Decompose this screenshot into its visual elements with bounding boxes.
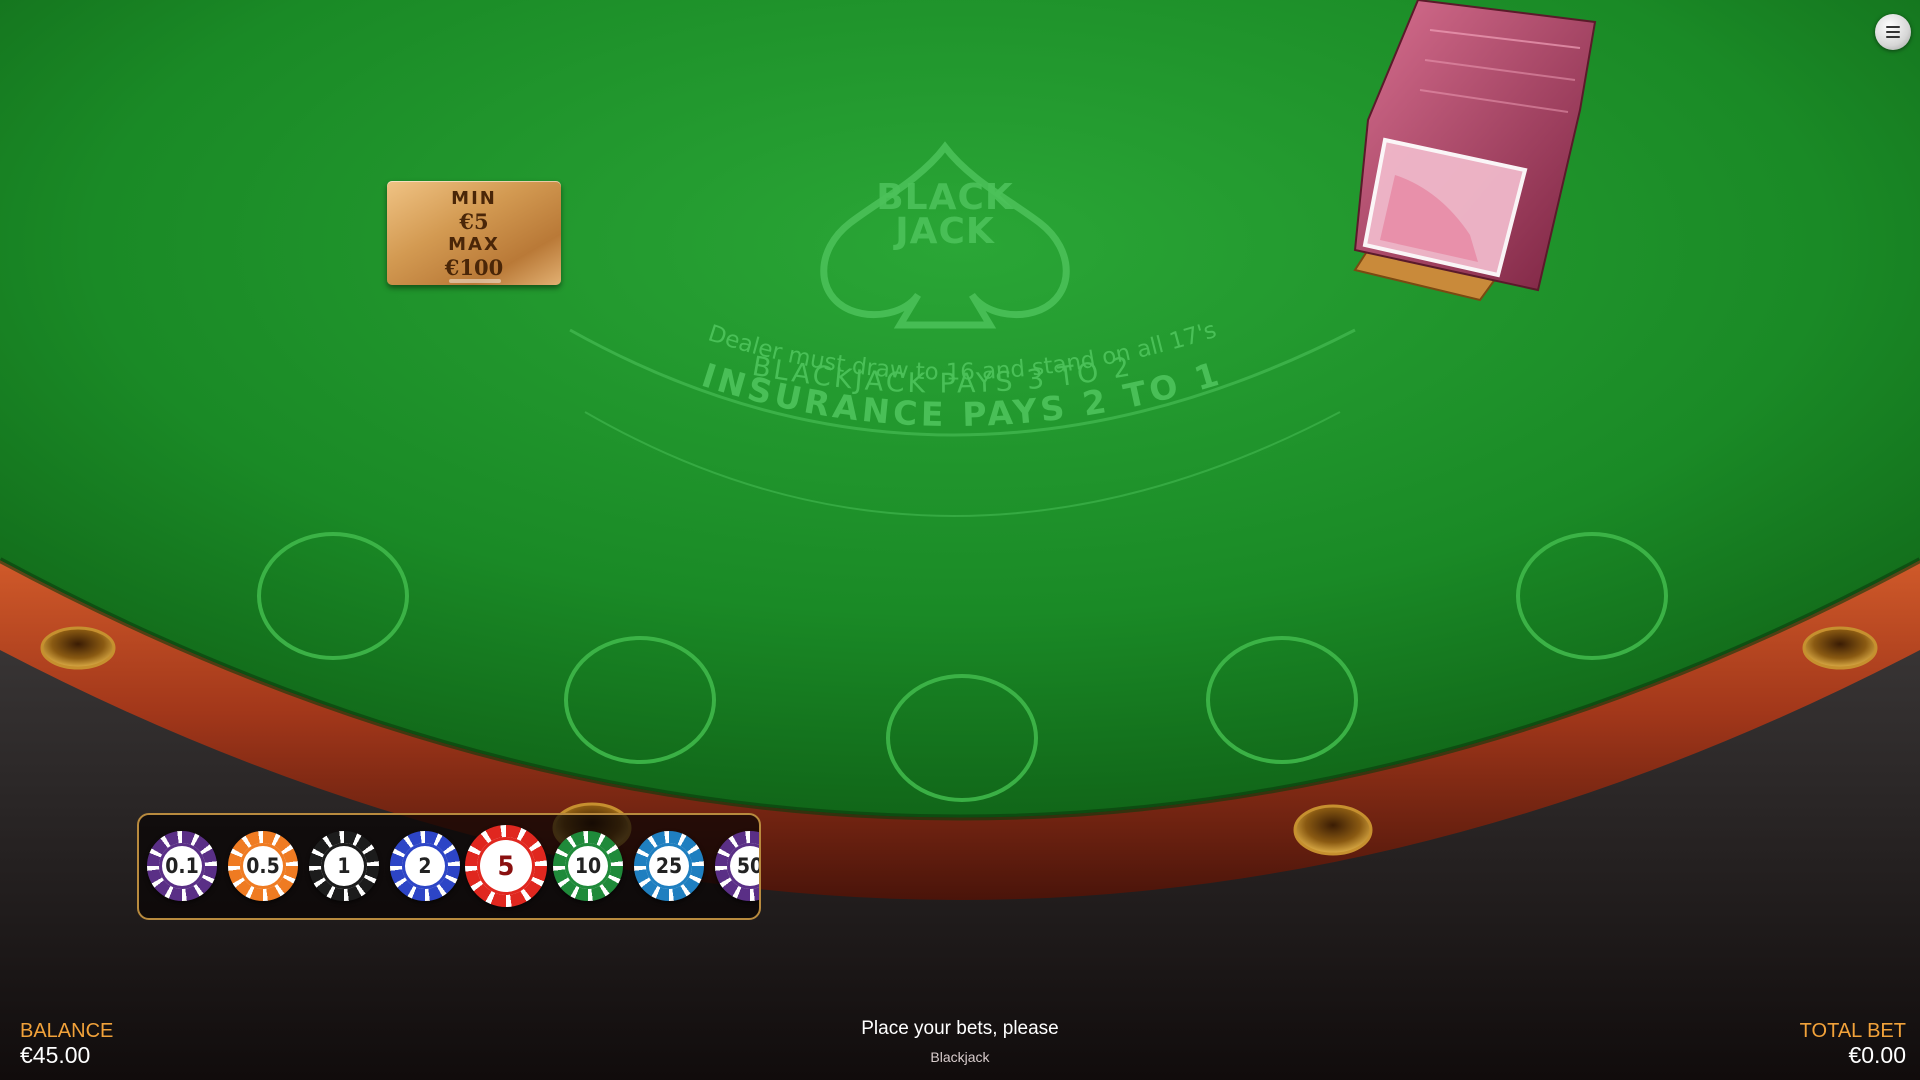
chip-10[interactable]: 10: [553, 831, 623, 901]
chip-1[interactable]: 1: [309, 831, 379, 901]
table-limits-plaque: MIN €5 MAX €100: [387, 181, 561, 285]
menu-button[interactable]: [1875, 14, 1911, 50]
chip-label: 5: [497, 850, 515, 882]
chip-0-5[interactable]: 0.5: [228, 831, 298, 901]
game-name: Blackjack: [930, 1049, 990, 1065]
chip-label: 2: [418, 854, 432, 878]
chip-25[interactable]: 25: [634, 831, 704, 901]
hamburger-menu-icon: [1886, 26, 1900, 38]
chip-5-selected[interactable]: 5: [465, 825, 547, 907]
min-label: MIN: [451, 188, 497, 209]
chip-label: 25: [655, 854, 683, 878]
chip-50[interactable]: 50: [715, 831, 761, 901]
chip-0-1[interactable]: 0.1: [147, 831, 217, 901]
logo-line-2: JACK: [895, 211, 995, 252]
chip-2[interactable]: 2: [390, 831, 460, 901]
rail-cup-holder-right: [1802, 626, 1878, 670]
chip-selector-tray: 0.1 0.5 1 2 5 10 25 50: [137, 813, 761, 920]
total-bet-display: TOTAL BET €0.00: [1800, 1020, 1906, 1068]
max-value: €100: [444, 255, 504, 280]
chip-label: 0.1: [165, 854, 199, 878]
total-bet-label: TOTAL BET: [1799, 1020, 1906, 1042]
chip-label: 1: [337, 854, 351, 878]
logo-line-1: BLACK: [876, 177, 1014, 218]
plaque-notch: [449, 279, 501, 283]
rail-cup-holder-center-right: [1293, 804, 1373, 856]
chip-label: 0.5: [246, 854, 280, 878]
max-label: MAX: [448, 234, 500, 255]
total-bet-value: €0.00: [1848, 1042, 1906, 1068]
rail-cup-holder-left: [40, 626, 116, 670]
chip-label: 50: [736, 854, 761, 878]
min-value: €5: [459, 209, 489, 234]
status-message: Place your bets, please: [861, 1018, 1059, 1039]
chip-label: 10: [574, 854, 602, 878]
